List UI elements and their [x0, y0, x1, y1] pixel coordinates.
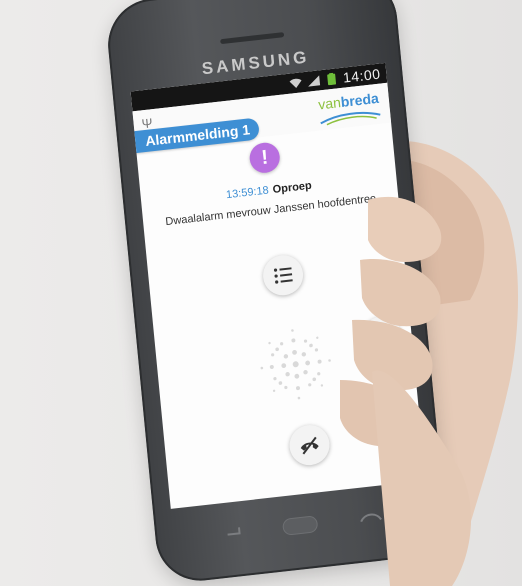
- hand-front: [340, 196, 472, 586]
- photo-scene: SAMSUNG 14:00 Ψ Alarmmelding 1 vanbreda …: [0, 0, 522, 586]
